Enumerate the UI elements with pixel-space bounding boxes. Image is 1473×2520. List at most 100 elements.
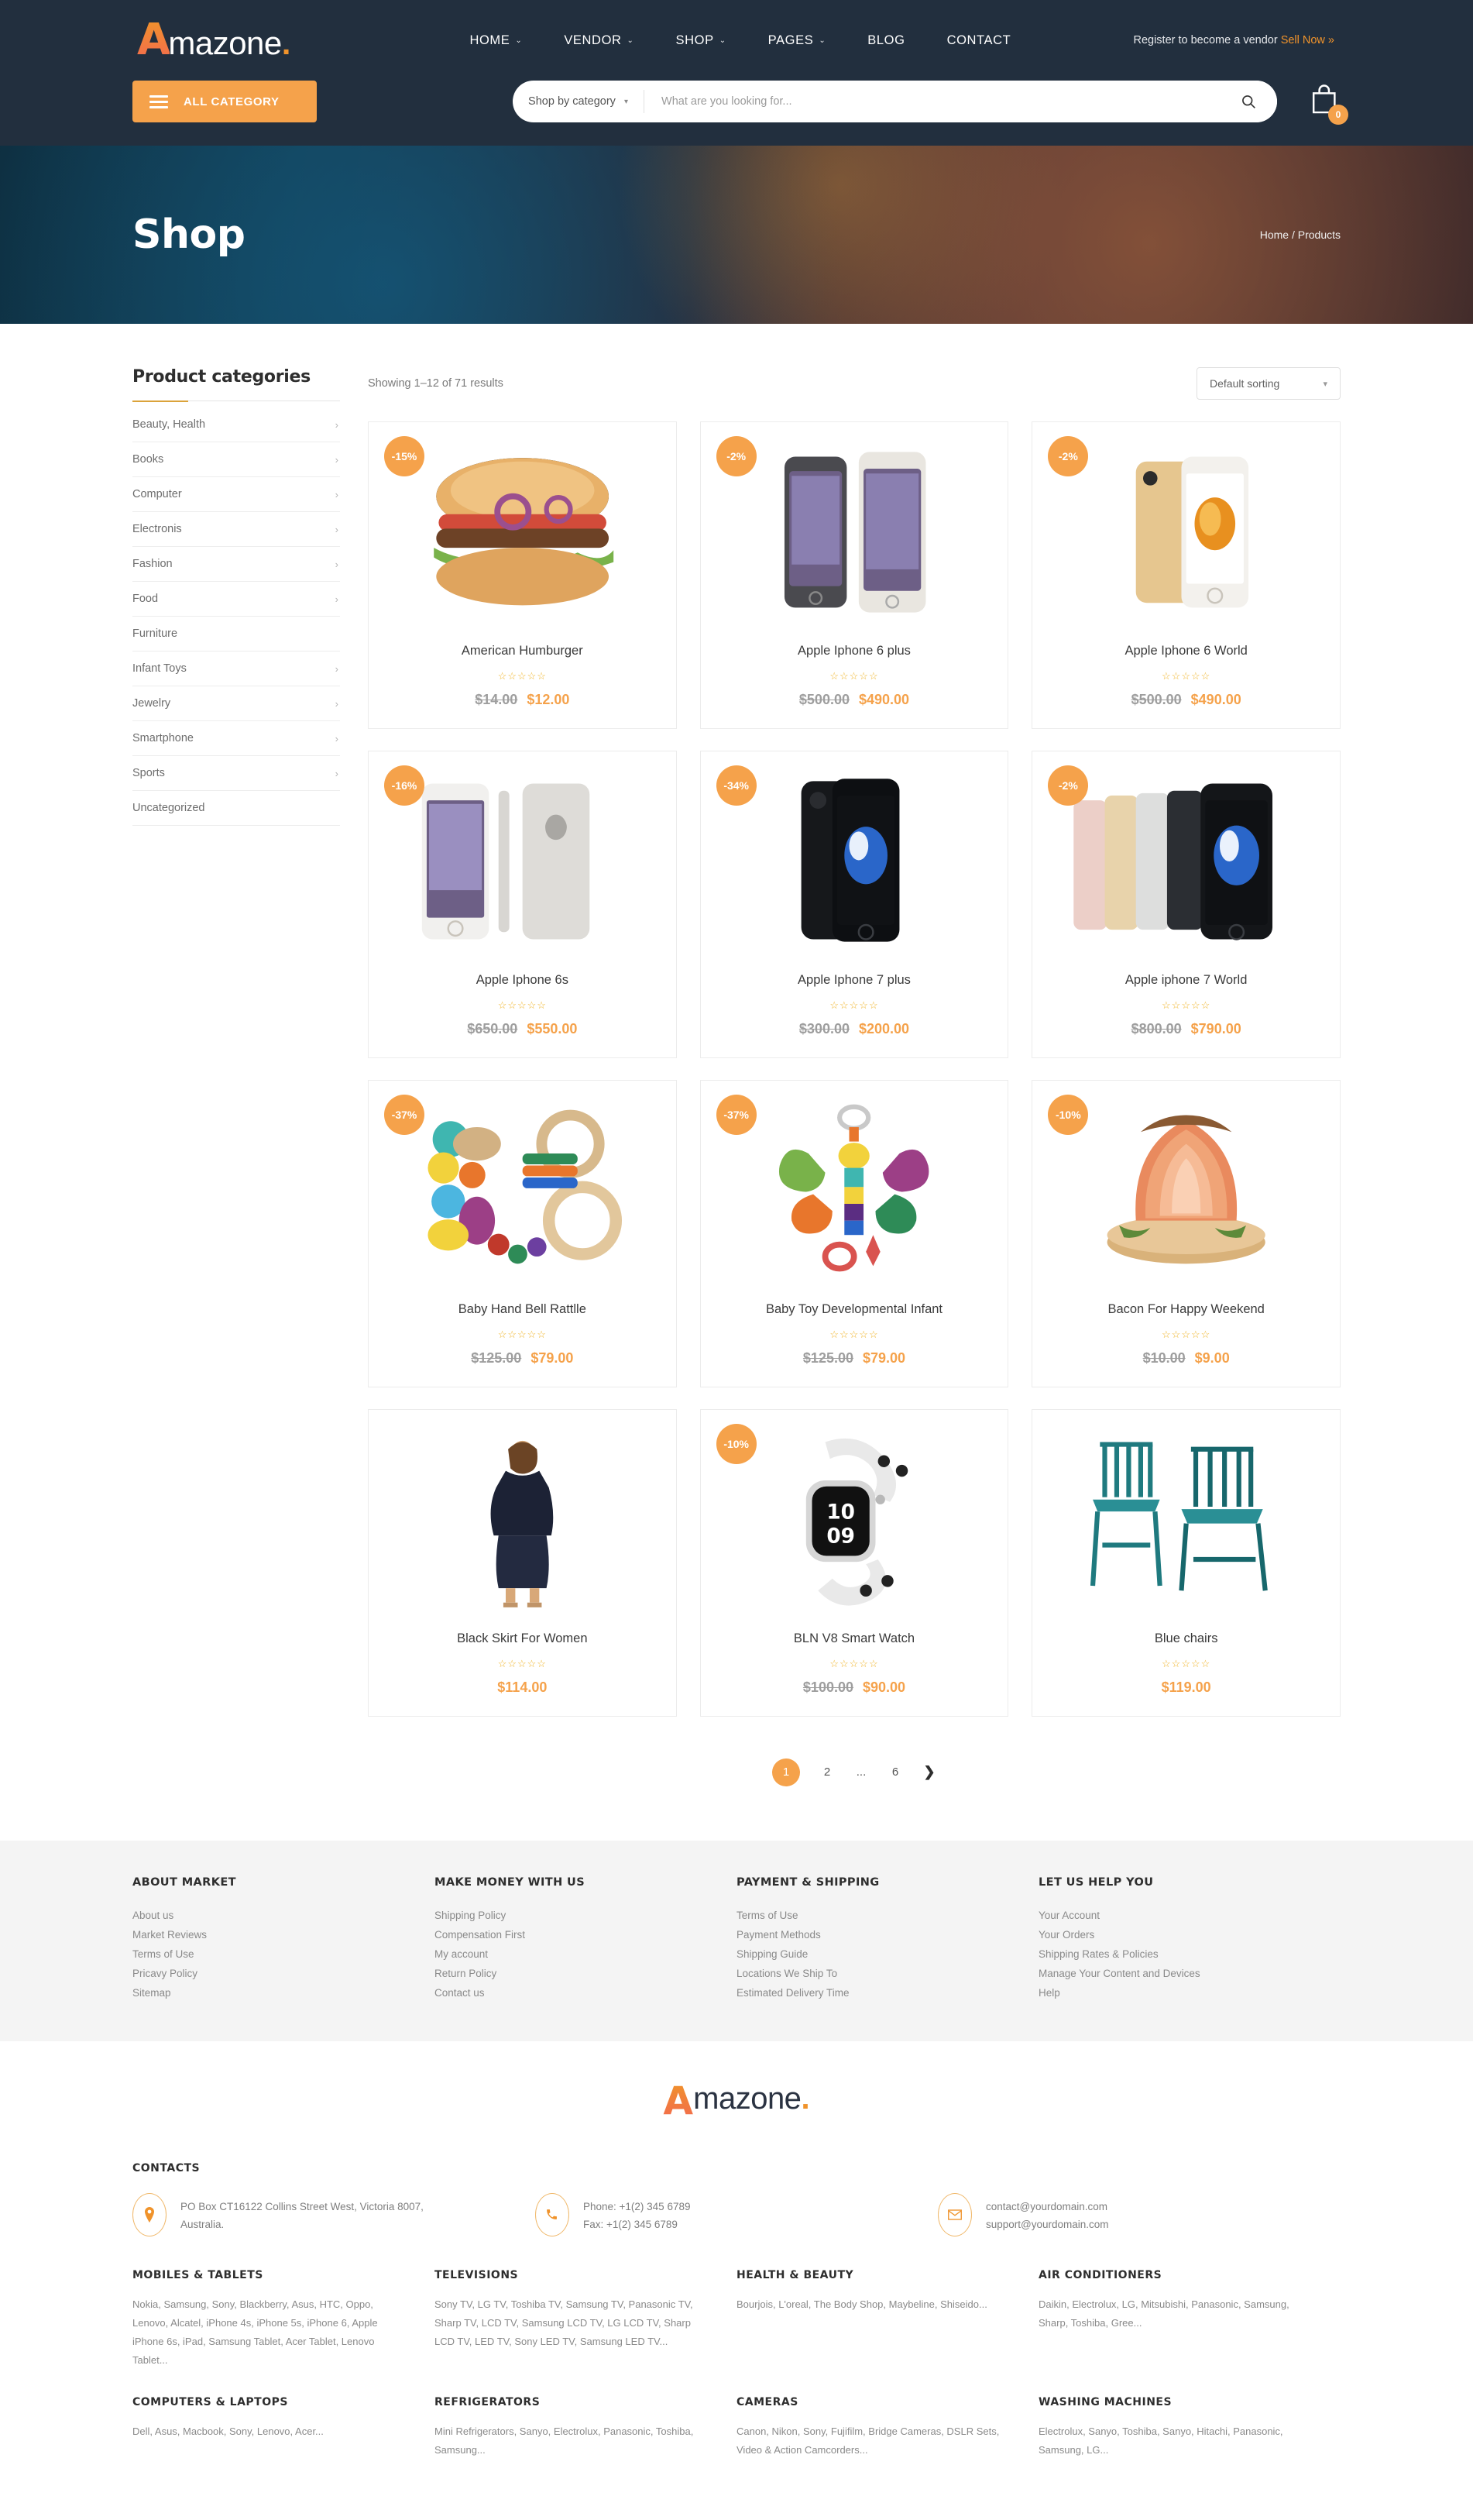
sidebar-item-fashion[interactable]: Fashion › [132,547,340,582]
footer-link[interactable]: Payment Methods [736,1925,1039,1944]
product-image[interactable] [1046,772,1326,951]
footer-category-title: COMPUTERS & LAPTOPS [132,2395,288,2408]
search-button[interactable] [1220,81,1277,122]
sidebar-item-food[interactable]: Food › [132,582,340,617]
footer-link[interactable]: Shipping Policy [434,1906,736,1925]
footer-link[interactable]: Your Account [1039,1906,1341,1925]
footer-link[interactable]: Shipping Guide [736,1944,1039,1964]
current-price: $119.00 [1161,1679,1211,1695]
product-title[interactable]: Baby Toy Developmental Infant [766,1301,943,1319]
footer-column: PAYMENT & SHIPPING Terms of Use Payment Me… [736,1876,1039,2003]
search-input[interactable] [644,95,1220,108]
product-card[interactable]: -10% Bacon For Happy Weekend ☆☆☆☆☆ $10.00 $9… [1032,1079,1341,1387]
footer-category-block: MOBILES & TABLETS Nokia, Samsung, Sony, B… [132,2269,434,2370]
product-image[interactable] [715,772,994,951]
footer-main: Amazone. CONTACTS PO Box CT16122 Collins… [0,2040,1473,2520]
product-card[interactable]: -37% Baby Toy Developmental Infant ☆☆☆☆☆ $1… [699,1079,1009,1387]
product-card[interactable]: -15% American Humburger ☆☆☆☆☆ $14.00 $12.00 [368,421,677,729]
product-title[interactable]: BLN V8 Smart Watch [794,1630,915,1648]
sidebar-item-electronis[interactable]: Electronis › [132,512,340,547]
footer-link[interactable]: Shipping Rates & Policies [1039,1944,1341,1964]
product-title[interactable]: Black Skirt For Women [457,1630,587,1648]
footer-link[interactable]: Pricavy Policy [132,1964,434,1983]
footer-link[interactable]: Manage Your Content and Devices [1039,1964,1341,1983]
sidebar-item-jewelry[interactable]: Jewelry › [132,686,340,721]
pagination-page-1[interactable]: 1 [772,1758,800,1786]
sidebar-item-infant-toys[interactable]: Infant Toys › [132,651,340,686]
product-title[interactable]: Bacon For Happy Weekend [1107,1301,1264,1319]
product-image[interactable] [383,1430,662,1610]
pagination-next-icon[interactable]: ❯ [922,1764,936,1780]
footer-category-text: Dell, Asus, Macbook, Sony, Lenovo, Acer.… [132,2425,324,2437]
product-title[interactable]: Apple Iphone 6 World [1124,642,1247,661]
product-card[interactable]: -2% Apple iphone 7 World ☆☆☆☆☆ $800.00 $790.… [1032,750,1341,1058]
product-card[interactable]: -37% Baby Hand Bell Rattlle ☆☆☆☆☆ $125.00 $7… [368,1079,677,1387]
nav-item-blog[interactable]: BLOG [867,33,905,48]
footer-link[interactable]: Estimated Delivery Time [736,1983,1039,2003]
nav-item-contact[interactable]: CONTACT [947,33,1011,48]
product-image[interactable]: 10 09 [715,1430,994,1610]
footer-link[interactable]: Market Reviews [132,1925,434,1944]
nav-item-home[interactable]: HOME ⌄ [469,33,522,48]
nav-item-pages[interactable]: PAGES ⌄ [768,33,826,48]
footer-link[interactable]: Help [1039,1983,1341,2003]
product-image[interactable] [383,1101,662,1281]
product-image[interactable] [383,442,662,622]
sidebar-item-computer[interactable]: Computer › [132,477,340,512]
pagination-page-2[interactable]: 2 [820,1765,834,1779]
sidebar-item-furniture[interactable]: Furniture [132,617,340,651]
product-card[interactable]: -2% Apple Iphone 6 plus ☆☆☆☆☆ $500.00 $490.0… [699,421,1009,729]
product-title[interactable]: Apple iphone 7 World [1125,971,1247,990]
product-title[interactable]: Apple Iphone 6 plus [798,642,911,661]
footer-link[interactable]: Return Policy [434,1964,736,1983]
footer-logo[interactable]: Amazone. [132,2082,1341,2120]
product-prices: $650.00 $550.00 [467,1021,577,1037]
product-image[interactable] [1046,1430,1326,1610]
search-category-select[interactable]: Shop by category ▾ [513,90,645,113]
cart-button[interactable]: 0 [1310,84,1348,125]
footer-category-text: Nokia, Samsung, Sony, Blackberry, Asus, … [132,2298,378,2366]
sidebar-item-beauty-health[interactable]: Beauty, Health › [132,407,340,442]
product-image[interactable] [715,442,994,622]
footer-link[interactable]: Compensation First [434,1925,736,1944]
footer-link[interactable]: Terms of Use [736,1906,1039,1925]
product-title[interactable]: Apple Iphone 6s [476,971,568,990]
pagination-page-6[interactable]: 6 [888,1765,902,1779]
footer-link[interactable]: Sitemap [132,1983,434,2003]
nav-item-shop[interactable]: SHOP ⌄ [676,33,726,48]
footer-link[interactable]: Your Orders [1039,1925,1341,1944]
chevron-right-icon: › [335,662,338,675]
product-title[interactable]: American Humburger [462,642,583,661]
footer-link[interactable]: Contact us [434,1983,736,2003]
sidebar-item-sports[interactable]: Sports › [132,756,340,791]
product-title[interactable]: Baby Hand Bell Rattlle [458,1301,586,1319]
product-image[interactable] [715,1101,994,1281]
product-image[interactable] [383,772,662,951]
product-card[interactable]: -34% Apple Iphone 7 plus ☆☆☆☆☆ $300.00 $200.… [699,750,1009,1058]
all-category-button[interactable]: ALL CATEGORY [132,81,318,122]
product-title[interactable]: Apple Iphone 7 plus [798,971,911,990]
sidebar-item-smartphone[interactable]: Smartphone › [132,721,340,756]
footer-link[interactable]: My account [434,1944,736,1964]
product-card[interactable]: -10% 10 09 BLN V8 Smart Watch ☆☆☆☆☆ $100.00 $9… [699,1408,1009,1717]
sidebar-item-uncategorized[interactable]: Uncategorized [132,791,340,826]
product-card[interactable]: Blue chairs ☆☆☆☆☆ $119.00 [1032,1408,1341,1717]
footer-link[interactable]: Terms of Use [132,1944,434,1964]
product-image[interactable] [1046,442,1326,622]
product-card[interactable]: -2% Apple Iphone 6 World ☆☆☆☆☆ $500.00 $490.… [1032,421,1341,729]
footer-link[interactable]: About us [132,1906,434,1925]
product-card[interactable]: Black Skirt For Women ☆☆☆☆☆ $114.00 [368,1408,677,1717]
product-title[interactable]: Blue chairs [1155,1630,1218,1648]
product-card[interactable]: -16% Apple Iphone 6s ☆☆☆☆☆ $650.00 $550.00 [368,750,677,1058]
old-price: $125.00 [802,1349,853,1366]
phone-icon [534,2192,569,2236]
footer-link[interactable]: Locations We Ship To [736,1964,1039,1983]
sidebar-item-books[interactable]: Books › [132,442,340,477]
sell-now-link[interactable]: Sell Now » [1281,34,1334,46]
product-image[interactable] [1046,1101,1326,1281]
nav-item-vendor[interactable]: VENDOR ⌄ [564,33,633,48]
sorting-select[interactable]: Default sorting ▾ [1197,367,1341,400]
all-category-label: ALL CATEGORY [184,95,280,108]
footer-column: ABOUT MARKET About us Market Reviews Terms … [132,1876,434,2003]
site-logo[interactable]: Amazone. [132,19,290,62]
